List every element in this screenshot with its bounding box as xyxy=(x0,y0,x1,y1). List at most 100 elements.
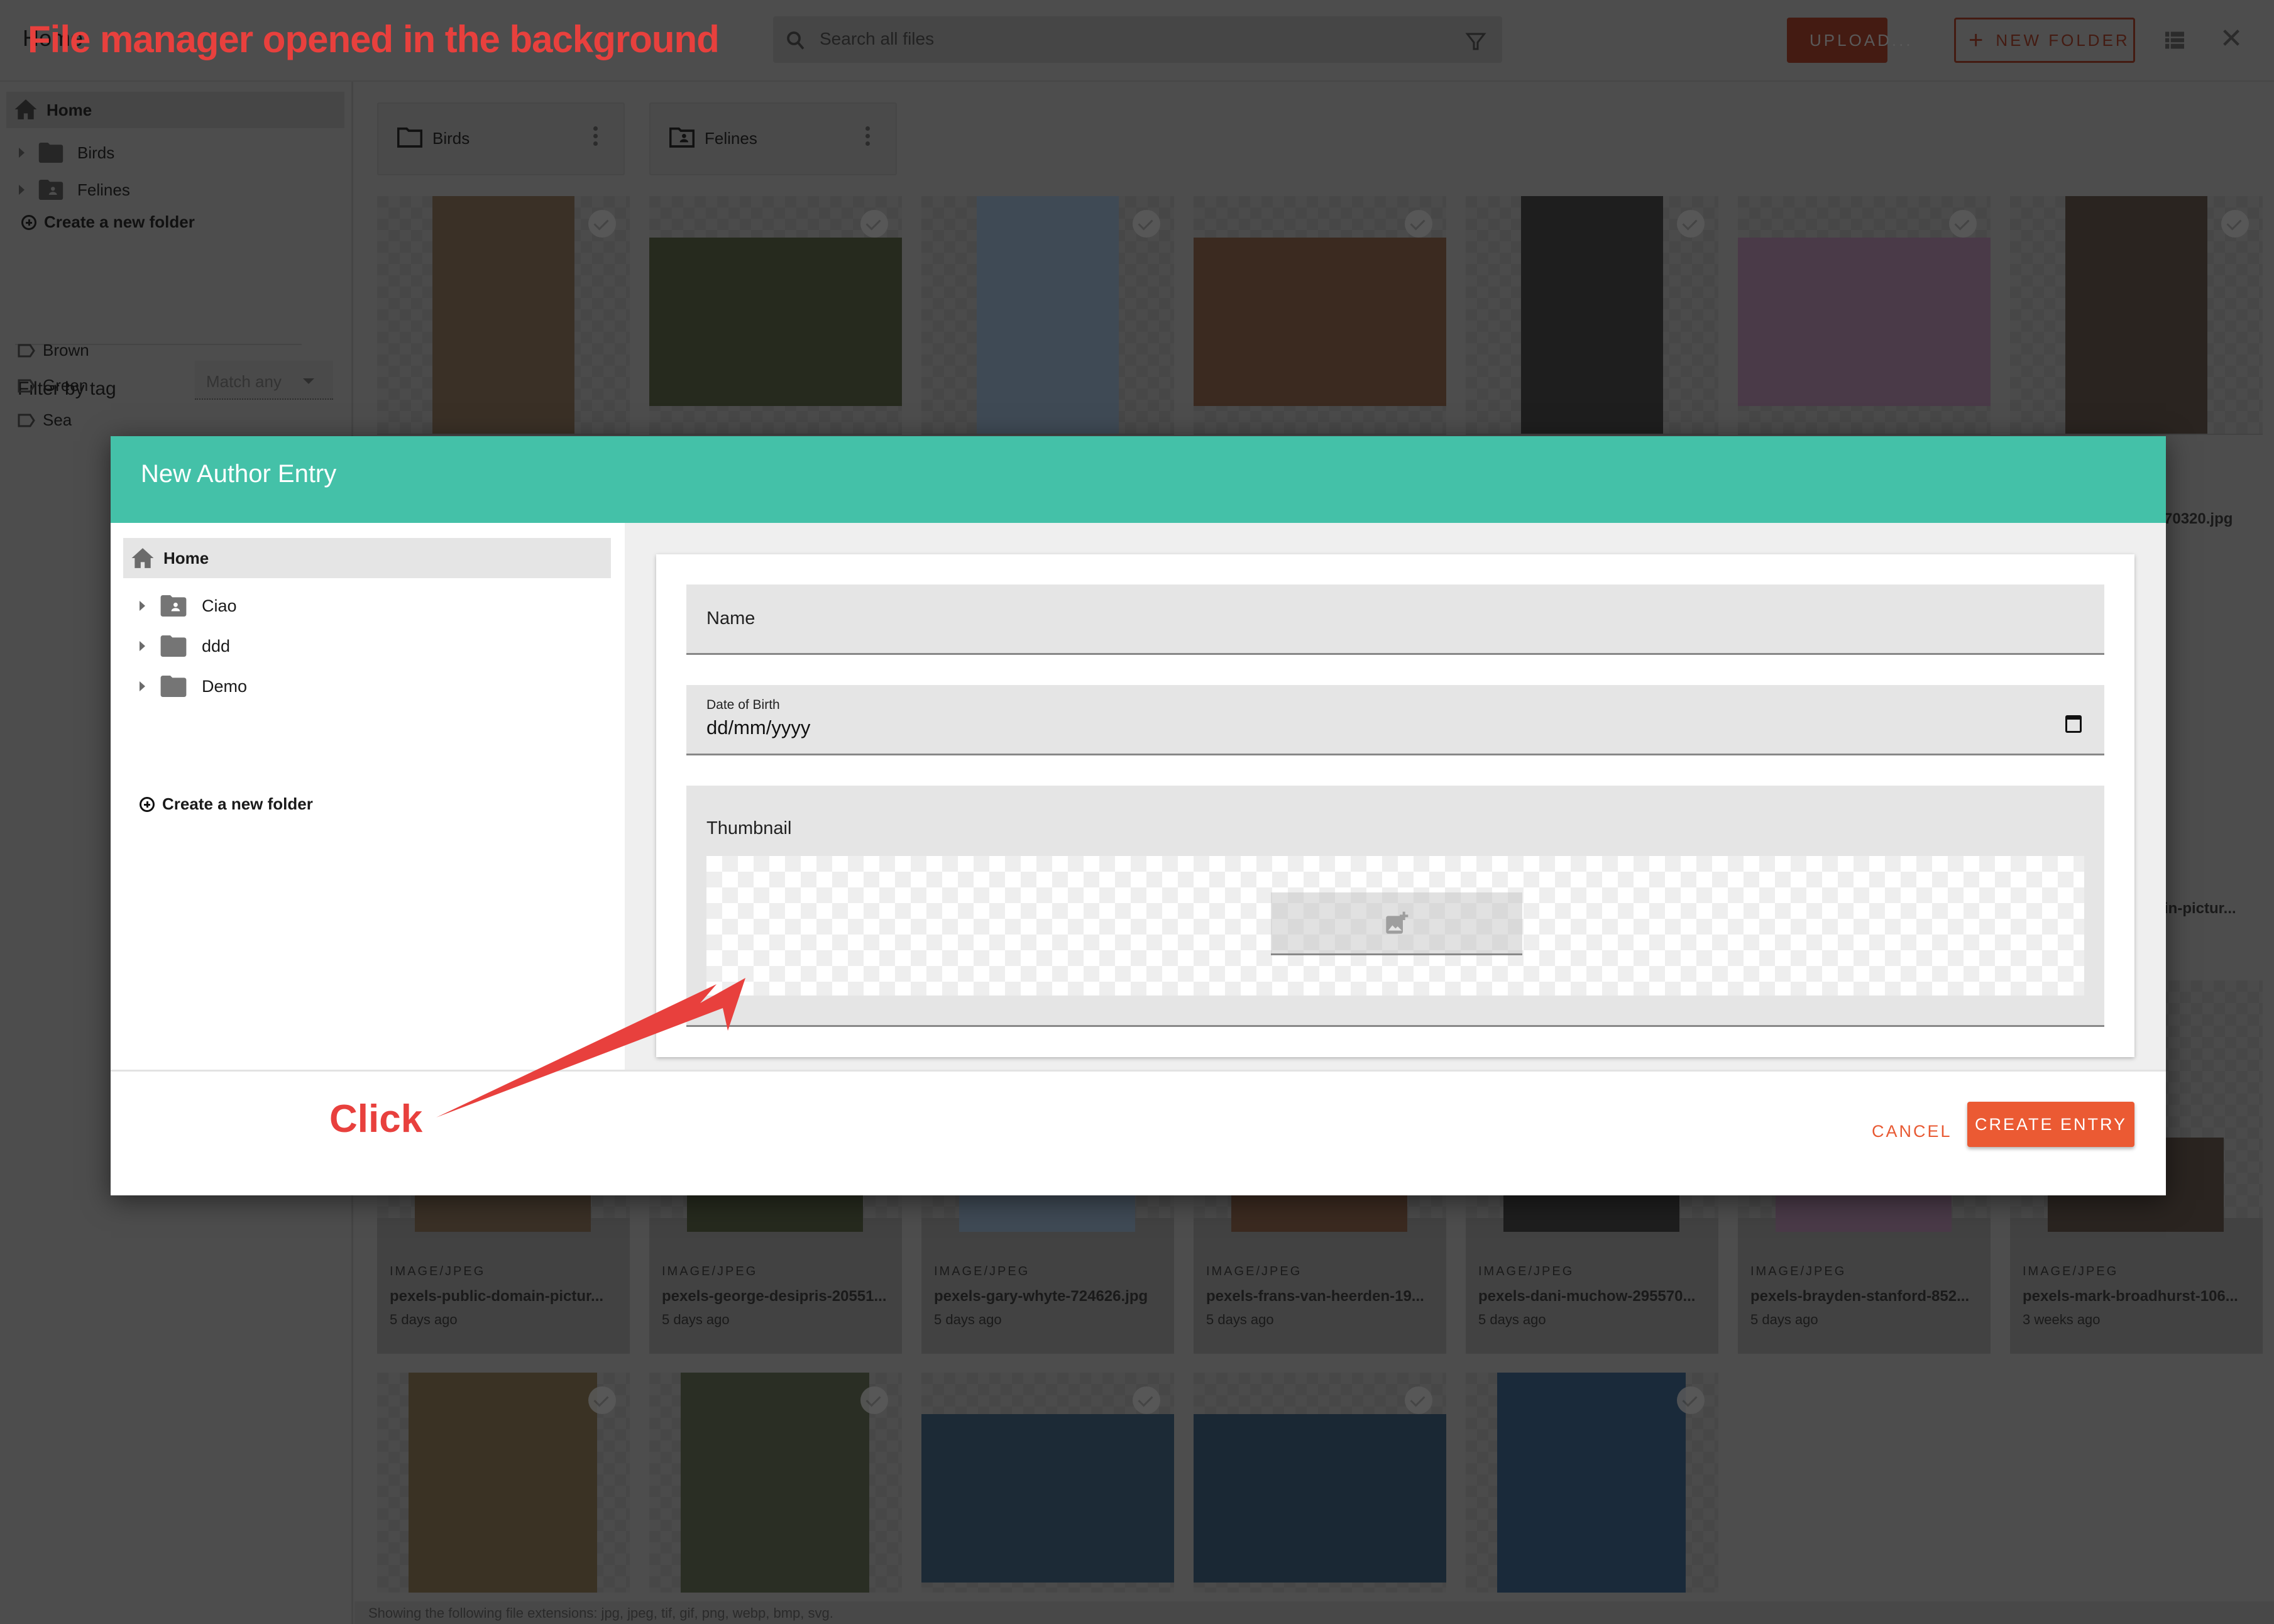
thumbnail-field: Thumbnail xyxy=(686,786,2104,1027)
tag-icon xyxy=(18,414,35,427)
expand-caret-icon[interactable] xyxy=(140,681,145,691)
file-meta: IMAGE/JPEG pexels-dani-muchow-295570... 5 … xyxy=(1478,1265,1695,1328)
file-card[interactable] xyxy=(377,196,630,435)
select-check-icon[interactable] xyxy=(1133,1386,1160,1414)
search-placeholder: Search all files xyxy=(820,29,935,48)
file-card[interactable] xyxy=(921,1373,1174,1593)
photo-image xyxy=(649,238,902,406)
file-name: pexels-dani-muchow-295570... xyxy=(1478,1288,1696,1305)
file-card[interactable] xyxy=(1194,196,1446,435)
file-card[interactable] xyxy=(2010,196,2263,435)
file-date: 3 weeks ago xyxy=(2023,1312,2101,1327)
thumbnail-dropzone[interactable] xyxy=(706,856,2084,996)
create-folder-link[interactable]: Create a new folder xyxy=(21,212,195,232)
tag-label: Green xyxy=(43,376,89,395)
sidebar-item-felines[interactable]: Felines xyxy=(19,174,130,206)
expand-caret-icon[interactable] xyxy=(140,601,145,611)
file-extensions-note: Showing the following file extensions: j… xyxy=(354,1601,2274,1624)
file-date: 5 days ago xyxy=(1750,1312,1818,1327)
folder-icon xyxy=(38,143,63,163)
tag-label: Sea xyxy=(43,410,72,429)
photo-image xyxy=(1521,196,1663,434)
create-entry-button[interactable]: CREATE ENTRY xyxy=(1967,1102,2134,1147)
file-card[interactable] xyxy=(921,196,1174,435)
file-name: pexels-george-desipris-20551... xyxy=(662,1288,887,1305)
select-check-icon[interactable] xyxy=(2221,210,2249,238)
expand-caret-icon[interactable] xyxy=(19,185,25,195)
file-card[interactable] xyxy=(1738,196,1991,435)
more-vert-icon[interactable] xyxy=(593,126,598,148)
file-card[interactable] xyxy=(1466,196,1718,435)
dialog-header: New Author Entry xyxy=(111,436,2166,523)
thumbnail-label: Thumbnail xyxy=(706,818,792,838)
file-card[interactable] xyxy=(377,1373,630,1593)
new-author-entry-dialog: New Author Entry Home Ciao ddd Demo Crea… xyxy=(111,436,2166,1195)
file-card[interactable] xyxy=(1194,1373,1446,1593)
select-check-icon[interactable] xyxy=(1405,1386,1432,1414)
chevron-down-icon xyxy=(303,378,314,384)
cancel-button[interactable]: CANCEL xyxy=(1872,1122,1952,1141)
file-card[interactable] xyxy=(649,1373,902,1593)
select-check-icon[interactable] xyxy=(1405,210,1432,238)
expand-caret-icon[interactable] xyxy=(140,641,145,651)
file-date: 5 days ago xyxy=(1206,1312,1274,1327)
match-mode-select[interactable]: Match any xyxy=(195,361,333,400)
file-meta: IMAGE/JPEG pexels-mark-broadhurst-106... 3… xyxy=(2023,1265,2238,1328)
new-folder-label: NEW FOLDER xyxy=(1996,30,2130,50)
new-folder-button[interactable]: + NEW FOLDER xyxy=(1954,18,2135,63)
select-check-icon[interactable] xyxy=(1949,210,1977,238)
expand-caret-icon[interactable] xyxy=(19,148,25,158)
plus-icon: + xyxy=(1969,26,1984,54)
file-card[interactable] xyxy=(649,196,902,435)
filter-icon[interactable] xyxy=(1464,29,1487,54)
date-of-birth-value: dd/mm/yyyy xyxy=(706,716,811,738)
select-check-icon[interactable] xyxy=(588,1386,616,1414)
folder-outline-icon xyxy=(397,127,422,148)
select-check-icon[interactable] xyxy=(860,210,888,238)
tag-sea[interactable]: Sea xyxy=(18,410,72,430)
calendar-icon[interactable] xyxy=(2065,715,2082,733)
select-check-icon[interactable] xyxy=(1133,210,1160,238)
more-vert-icon[interactable] xyxy=(865,126,871,148)
upload-button[interactable]: UPLOAD... xyxy=(1787,18,1911,63)
tag-brown[interactable]: Brown xyxy=(18,341,89,360)
select-check-icon[interactable] xyxy=(588,210,616,238)
author-form: Name Date of Birth dd/mm/yyyy Thumbnail xyxy=(656,554,2134,1057)
folder-tree-panel: Home Ciao ddd Demo Create a new folder xyxy=(111,523,625,1070)
close-icon[interactable]: ✕ xyxy=(2219,25,2244,53)
photo-image xyxy=(1194,238,1446,406)
sidebar-item-birds[interactable]: Birds xyxy=(19,137,114,168)
date-of-birth-field[interactable]: Date of Birth dd/mm/yyyy xyxy=(686,685,2104,755)
file-date: 5 days ago xyxy=(390,1312,458,1327)
search-input[interactable]: Search all files xyxy=(773,16,1502,63)
tree-item-ciao[interactable]: Ciao xyxy=(140,593,237,618)
sidebar-folder-label: Birds xyxy=(77,143,115,162)
file-date: 5 days ago xyxy=(1478,1312,1546,1327)
photo-image xyxy=(681,1373,869,1593)
select-check-icon[interactable] xyxy=(1677,1386,1705,1414)
file-card[interactable] xyxy=(1466,1373,1718,1593)
folder-card-birds[interactable]: Birds xyxy=(377,102,625,175)
file-mime: IMAGE/JPEG xyxy=(1206,1265,1302,1278)
upload-label: UPLOAD... xyxy=(1810,30,1913,50)
file-meta: IMAGE/JPEG pexels-gary-whyte-724626.jpg 5 … xyxy=(934,1265,1148,1328)
select-check-icon[interactable] xyxy=(860,1386,888,1414)
create-folder-link[interactable]: Create a new folder xyxy=(140,794,313,814)
sidebar-item-home[interactable]: Home xyxy=(6,92,344,128)
tree-folder-label: ddd xyxy=(202,636,231,656)
tag-green[interactable]: Green xyxy=(18,376,88,395)
folder-card-label: Felines xyxy=(705,129,757,148)
annotation-top-note: File manager opened in the background xyxy=(28,18,720,60)
list-view-icon[interactable] xyxy=(2163,29,2186,52)
tree-item-ddd[interactable]: ddd xyxy=(140,634,230,659)
file-name: pexels-gary-whyte-724626.jpg xyxy=(934,1288,1148,1305)
annotation-click-label: Click xyxy=(329,1097,423,1141)
sidebar-home-label: Home xyxy=(47,101,92,119)
folder-card-felines[interactable]: Felines xyxy=(649,102,897,175)
add-image-button[interactable] xyxy=(1271,892,1522,955)
name-field[interactable]: Name xyxy=(686,584,2104,655)
tree-item-home[interactable]: Home xyxy=(123,538,611,578)
select-check-icon[interactable] xyxy=(1677,210,1705,238)
date-of-birth-label: Date of Birth xyxy=(706,698,780,712)
tree-item-demo[interactable]: Demo xyxy=(140,674,247,699)
